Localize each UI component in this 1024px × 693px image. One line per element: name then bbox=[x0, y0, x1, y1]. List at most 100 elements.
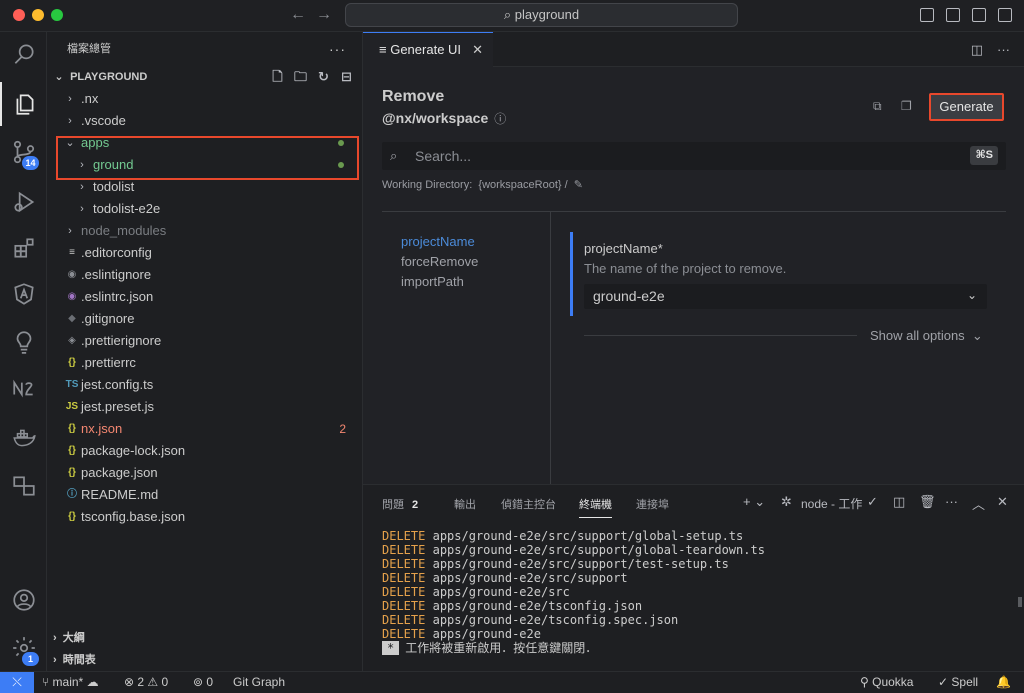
terminal-scrollbar[interactable] bbox=[1018, 597, 1022, 607]
remote-explorer-activity-icon[interactable] bbox=[0, 464, 47, 508]
notifications-bell-icon[interactable]: 🔔 bbox=[996, 675, 1011, 689]
delete-keyword: DELETE bbox=[382, 585, 426, 599]
option-nav-item[interactable]: projectName bbox=[401, 234, 478, 254]
tree-item[interactable]: {} tsconfig.base.json bbox=[47, 506, 362, 528]
tree-item[interactable]: › .vscode bbox=[47, 110, 362, 132]
accounts-activity-icon[interactable] bbox=[0, 578, 47, 622]
new-folder-icon[interactable]: 🗀 bbox=[293, 69, 308, 84]
tree-item[interactable]: › .nx bbox=[47, 88, 362, 110]
tree-item[interactable]: ≡ .editorconfig bbox=[47, 242, 362, 264]
toggle-secondary-sidebar-icon[interactable] bbox=[972, 8, 986, 22]
quokka-indicator[interactable]: ⚲ Quokka bbox=[860, 675, 913, 689]
tree-item[interactable]: › todolist-e2e bbox=[47, 198, 362, 220]
new-file-icon[interactable]: 🗋 bbox=[270, 69, 285, 84]
terminal-output[interactable]: DELETE apps/ground-e2e/src/support/globa… bbox=[382, 529, 765, 655]
testing-activity-icon[interactable] bbox=[0, 320, 47, 364]
chevron-right-icon: › bbox=[80, 203, 84, 215]
outline-section-header[interactable]: › 大綱 bbox=[47, 627, 363, 649]
docker-activity-icon[interactable] bbox=[0, 416, 47, 460]
tree-item[interactable]: {} .prettierrc bbox=[47, 352, 362, 374]
run-debug-activity-icon[interactable] bbox=[0, 180, 47, 224]
file-icon: {} bbox=[68, 467, 76, 478]
deleted-path: apps/ground-e2e/tsconfig.spec.json bbox=[432, 613, 679, 627]
tab-generate-ui[interactable]: ≡ Generate UI ✕ bbox=[363, 32, 493, 67]
option-nav-item[interactable]: forceRemove bbox=[401, 254, 478, 274]
manage-gear-icon[interactable]: 1 bbox=[0, 626, 47, 670]
minimize-window-button[interactable] bbox=[32, 9, 44, 21]
tree-item-label: .vscode bbox=[81, 113, 126, 128]
generate-button[interactable]: Generate bbox=[929, 93, 1004, 121]
tree-item[interactable]: ⓘ README.md bbox=[47, 484, 362, 506]
split-terminal-icon[interactable]: ◫ bbox=[893, 494, 905, 510]
tree-item[interactable]: JS jest.preset.js bbox=[47, 396, 362, 418]
maximize-window-button[interactable] bbox=[51, 9, 63, 21]
extensions-activity-icon[interactable] bbox=[0, 226, 47, 270]
tree-item[interactable]: {} package.json bbox=[47, 462, 362, 484]
copy-icon[interactable]: ❐ bbox=[901, 99, 915, 113]
ports-indicator[interactable]: ⊚ 0 bbox=[193, 675, 213, 689]
tree-item[interactable]: ◆ .gitignore bbox=[47, 308, 362, 330]
tools-icon[interactable]: ✲ bbox=[781, 494, 792, 510]
problems-indicator[interactable]: ⊗ 2 ⚠ 0 bbox=[124, 675, 168, 689]
remote-indicator-icon[interactable]: ⤬ bbox=[0, 672, 34, 693]
close-window-button[interactable] bbox=[13, 9, 25, 21]
panel-tab[interactable]: 輸出 bbox=[454, 496, 476, 512]
more-actions-icon[interactable]: ··· bbox=[329, 32, 346, 66]
option-search-input[interactable]: ⌕ Search... ⌘S bbox=[382, 142, 1006, 170]
toggle-sidebar-icon[interactable] bbox=[920, 8, 934, 22]
workspace-section-header[interactable]: ⌄ PLAYGROUND 🗋 🗀 ↻ ⊟ bbox=[47, 66, 362, 88]
panel-tab[interactable]: 偵錯主控台 bbox=[501, 496, 556, 512]
panel-tab[interactable]: 問題 2 bbox=[382, 496, 418, 512]
deleted-path: apps/ground-e2e/src/support/global-teard… bbox=[432, 543, 765, 557]
tree-item[interactable]: {} nx.json 2 bbox=[47, 418, 362, 440]
split-editor-icon[interactable]: ◫ bbox=[971, 42, 983, 58]
tree-item[interactable]: TS jest.config.ts bbox=[47, 374, 362, 396]
panel-tab[interactable]: 終端機 bbox=[579, 496, 612, 518]
new-terminal-icon[interactable]: + ⌄ bbox=[743, 494, 765, 510]
close-tab-icon[interactable]: ✕ bbox=[472, 33, 483, 67]
project-name-select[interactable]: ground-e2e ⌄ bbox=[584, 284, 987, 309]
edit-pencil-icon[interactable]: ✎ bbox=[571, 179, 583, 191]
maximize-panel-icon[interactable]: ︿ bbox=[972, 494, 985, 513]
tree-item[interactable]: ◉ .eslintignore bbox=[47, 264, 362, 286]
option-nav-item[interactable]: importPath bbox=[401, 274, 478, 294]
open-external-icon[interactable]: ⧉ bbox=[873, 99, 887, 113]
close-panel-icon[interactable]: ✕ bbox=[997, 494, 1008, 510]
show-all-options-button[interactable]: Show all options ⌄ bbox=[870, 328, 983, 344]
refresh-icon[interactable]: ↻ bbox=[316, 69, 331, 84]
nx-console-activity-icon[interactable] bbox=[0, 366, 47, 410]
timeline-section-header[interactable]: › 時間表 bbox=[47, 649, 363, 671]
forward-arrow-icon[interactable]: → bbox=[316, 6, 332, 24]
file-icon: ◆ bbox=[68, 313, 76, 324]
terminal-name[interactable]: node - 工作 bbox=[801, 495, 862, 512]
source-control-activity-icon[interactable]: 14 bbox=[0, 130, 47, 174]
tree-item-label: jest.preset.js bbox=[81, 399, 154, 414]
command-center-search[interactable]: ⌕ playground bbox=[345, 3, 738, 27]
check-icon[interactable]: ✓ bbox=[867, 494, 878, 510]
tree-item[interactable]: › node_modules bbox=[47, 220, 362, 242]
list-icon: ≡ bbox=[379, 42, 387, 57]
chevron-down-icon: ⌄ bbox=[971, 328, 983, 343]
tree-item[interactable]: ◈ .prettierignore bbox=[47, 330, 362, 352]
tree-item[interactable]: ◉ .eslintrc.json bbox=[47, 286, 362, 308]
spell-indicator[interactable]: ✓ Spell bbox=[938, 675, 978, 689]
editor-more-actions-icon[interactable]: ··· bbox=[997, 42, 1010, 58]
angular-activity-icon[interactable] bbox=[0, 272, 47, 316]
search-activity-icon[interactable] bbox=[0, 32, 47, 76]
outline-label: 大綱 bbox=[62, 632, 85, 644]
customize-layout-icon[interactable] bbox=[998, 8, 1012, 22]
branch-indicator[interactable]: ⑂ main* ☁ bbox=[42, 675, 99, 689]
panel-more-icon[interactable]: ··· bbox=[945, 494, 958, 509]
toggle-panel-icon[interactable] bbox=[946, 8, 960, 22]
trash-icon[interactable]: 🗑 bbox=[919, 494, 936, 510]
collapse-all-icon[interactable]: ⊟ bbox=[339, 69, 354, 84]
panel-tab[interactable]: 連接埠 bbox=[636, 496, 669, 512]
file-icon: ⓘ bbox=[67, 489, 77, 500]
file-icon: {} bbox=[68, 445, 76, 456]
explorer-activity-icon[interactable] bbox=[0, 82, 47, 126]
info-icon[interactable]: ⓘ bbox=[494, 112, 506, 126]
git-graph-button[interactable]: Git Graph bbox=[233, 675, 285, 689]
field-focus-indicator bbox=[570, 232, 573, 316]
back-arrow-icon[interactable]: ← bbox=[290, 6, 306, 24]
tree-item[interactable]: {} package-lock.json bbox=[47, 440, 362, 462]
